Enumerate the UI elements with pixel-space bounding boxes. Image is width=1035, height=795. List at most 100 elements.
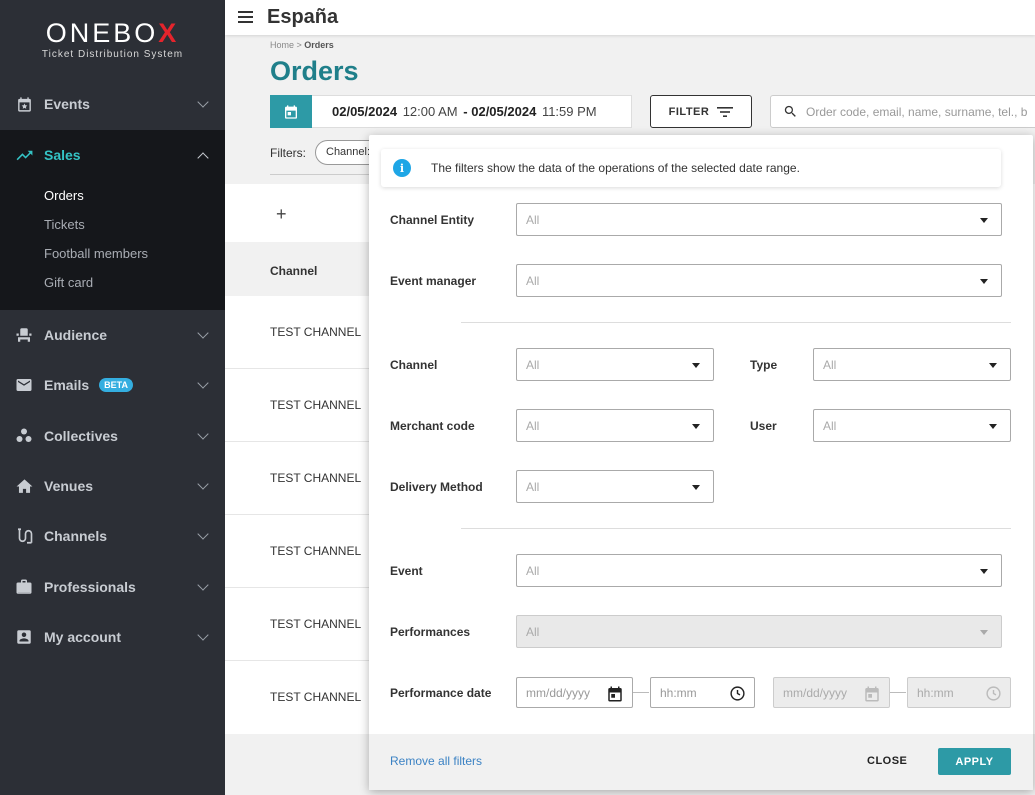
caret-down-icon [692,485,700,490]
chevron-down-icon [197,96,209,108]
event-manager-select[interactable]: All [516,264,1002,297]
column-header-channel[interactable]: Channel [270,264,317,278]
caret-down-icon [980,630,988,635]
delivery-method-select[interactable]: All [516,470,714,503]
performances-select: All [516,615,1002,648]
calendar-icon [608,686,622,702]
search-icon [784,105,796,117]
calendar-icon [865,686,879,702]
sidebar-item-collectives[interactable]: Collectives [0,411,225,461]
performance-date-from[interactable]: mm/dd/yyyy [516,677,633,708]
section-divider [461,322,1011,323]
channel-label: Channel [390,358,438,372]
onebox-logo[interactable]: ONEBOX Ticket Distribution System [0,18,225,60]
sidebar-subitem-tickets[interactable]: Tickets [44,217,85,232]
user-select[interactable]: All [813,409,1011,442]
caret-down-icon [980,279,988,284]
filter-panel: i The filters show the data of the opera… [369,135,1033,790]
info-text: The filters show the data of the operati… [431,161,800,175]
add-column-icon[interactable]: + [276,204,287,225]
calendar-icon [285,104,297,119]
sidebar-item-my-account[interactable]: My account [0,612,225,662]
sidebar-item-venues[interactable]: Venues [0,461,225,511]
trending-up-icon [14,145,34,165]
chevron-down-icon [197,579,209,591]
range-connector [633,692,649,693]
info-banner: i The filters show the data of the opera… [381,149,1001,187]
breadcrumb-current: Orders [304,40,334,50]
filter-panel-footer: Remove all filters CLOSE APPLY [369,734,1033,790]
table-row[interactable]: TEST CHANNEL [270,617,361,631]
group-icon [14,426,34,446]
breadcrumb: Home > Orders [270,40,334,50]
sidebar-item-emails[interactable]: Emails BETA [0,360,225,410]
logo-subtitle: Ticket Distribution System [41,49,184,60]
chevron-down-icon [197,478,209,490]
menu-icon[interactable] [238,11,253,23]
table-row[interactable]: TEST CHANNEL [270,544,361,558]
calendar-star-icon [14,94,34,114]
merchant-code-label: Merchant code [390,419,475,433]
merchant-code-select[interactable]: All [516,409,714,442]
account-box-icon [14,627,34,647]
event-label: Event [390,564,423,578]
filter-lines-icon [717,106,734,117]
chevron-down-icon [197,528,209,540]
channel-entity-select[interactable]: All [516,203,1002,236]
sidebar-item-events[interactable]: Events [0,79,225,129]
route-icon [14,526,34,546]
table-row[interactable]: TEST CHANNEL [270,471,361,485]
table-row[interactable]: TEST CHANNEL [270,398,361,412]
chevron-down-icon [197,377,209,389]
breadcrumb-home[interactable]: Home [270,40,294,50]
sidebar-subitem-gift-card[interactable]: Gift card [44,275,93,290]
date-range-picker[interactable]: 02/05/2024 12:00 AM - 02/05/2024 11:59 P… [270,95,632,128]
caret-down-icon [980,569,988,574]
filter-button[interactable]: FILTER [650,95,752,128]
table-row[interactable]: TEST CHANNEL [270,325,361,339]
type-label: Type [750,358,778,372]
divider [270,174,380,175]
sidebar-subitem-football-members[interactable]: Football members [44,246,148,261]
sidebar-item-professionals[interactable]: Professionals [0,562,225,612]
performance-time-to: hh:mm [907,677,1011,708]
search-placeholder: Order code, email, name, surname, tel., … [806,104,1028,119]
channel-entity-label: Channel Entity [390,213,475,227]
chevron-down-icon [197,428,209,440]
envelope-icon [14,375,34,395]
event-select[interactable]: All [516,554,1002,587]
briefcase-icon [14,577,34,597]
sidebar-item-sales[interactable]: Sales [0,130,225,180]
sidebar-item-audience[interactable]: Audience [0,310,225,360]
performance-date-label: Performance date [390,686,492,700]
section-divider [461,528,1011,529]
sidebar: ONEBOX Ticket Distribution System Events… [0,0,225,795]
date-range-value: 02/05/2024 12:00 AM - 02/05/2024 11:59 P… [332,104,597,119]
caret-down-icon [989,363,997,368]
performance-date-to: mm/dd/yyyy [773,677,890,708]
page-title: Orders [270,56,359,86]
range-connector [890,692,906,693]
user-label: User [750,419,777,433]
caret-down-icon [989,424,997,429]
sidebar-subitem-orders[interactable]: Orders [44,188,84,203]
seat-icon [14,325,34,345]
caret-down-icon [692,363,700,368]
table-row[interactable]: TEST CHANNEL [270,690,361,704]
remove-all-filters-link[interactable]: Remove all filters [390,754,482,768]
close-button[interactable]: CLOSE [867,755,907,767]
caret-down-icon [692,424,700,429]
sidebar-item-channels[interactable]: Channels [0,511,225,561]
type-select[interactable]: All [813,348,1011,381]
performance-time-from[interactable]: hh:mm [650,677,755,708]
house-icon [14,476,34,496]
top-bar: España [225,0,1035,35]
beta-badge: BETA [99,378,133,392]
chevron-up-icon [197,152,209,164]
caret-down-icon [980,218,988,223]
performances-label: Performances [390,625,471,639]
calendar-button[interactable] [270,95,312,128]
search-input[interactable]: Order code, email, name, surname, tel., … [770,95,1035,128]
apply-button[interactable]: APPLY [938,748,1011,775]
channel-select[interactable]: All [516,348,714,381]
